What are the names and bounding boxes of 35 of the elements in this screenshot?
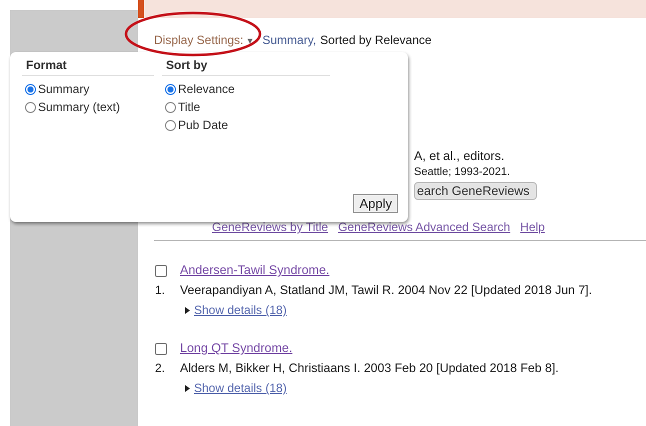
result-number: 2. <box>155 361 166 375</box>
column-heading: Format <box>22 58 154 76</box>
sort-summary: Sorted by Relevance <box>320 33 432 47</box>
column-heading: Sort by <box>162 58 330 76</box>
result-title-link[interactable]: Long QT Syndrome. <box>180 341 292 355</box>
radio-button[interactable] <box>165 84 176 94</box>
checkbox[interactable] <box>155 343 167 355</box>
radio-button[interactable] <box>25 84 36 94</box>
nav-link[interactable]: GeneReviews Advanced Search <box>338 220 510 234</box>
caret-icon[interactable]: ▾ <box>247 35 252 47</box>
radio-option[interactable]: Summary <box>25 80 154 98</box>
expand-triangle-icon[interactable] <box>185 306 190 314</box>
citation-text: Veerapandiyan A, Statland JM, Tawil R. 2004 Nov 22 [Updated 2018 Jun 7]. <box>180 283 592 297</box>
radio-button[interactable] <box>25 102 36 112</box>
apply-button[interactable]: Apply <box>353 194 398 213</box>
radio-button[interactable] <box>165 120 176 130</box>
show-details-link[interactable]: Show details (18) <box>194 381 287 395</box>
radio-option[interactable]: Relevance <box>165 80 330 98</box>
format-link[interactable]: Summary, <box>262 33 316 47</box>
radio-option[interactable]: Title <box>165 98 330 116</box>
radio-option[interactable]: Pub Date <box>165 116 330 134</box>
checkbox[interactable] <box>155 265 167 277</box>
nav-link[interactable]: GeneReviews by Title <box>212 220 328 234</box>
radio-button[interactable] <box>165 102 176 112</box>
radio-option[interactable]: Summary (text) <box>25 98 154 116</box>
search-button[interactable]: earch GeneReviews <box>414 182 537 200</box>
editors-text: A, et al., editors. <box>414 149 504 163</box>
publisher-text: Seattle; 1993-2021. <box>414 166 510 178</box>
show-details-link[interactable]: Show details (18) <box>194 303 287 317</box>
expand-triangle-icon[interactable] <box>185 384 190 392</box>
result-number: 1. <box>155 283 166 297</box>
result-title-link[interactable]: Andersen-Tawil Syndrome. <box>180 263 330 277</box>
citation-text: Alders M, Bikker H, Christiaans I. 2003 Feb 20 [Updated 2018 Feb 8]. <box>180 361 559 375</box>
nav-link[interactable]: Help <box>520 220 545 234</box>
display-settings-label[interactable]: Display Settings: <box>154 33 244 47</box>
